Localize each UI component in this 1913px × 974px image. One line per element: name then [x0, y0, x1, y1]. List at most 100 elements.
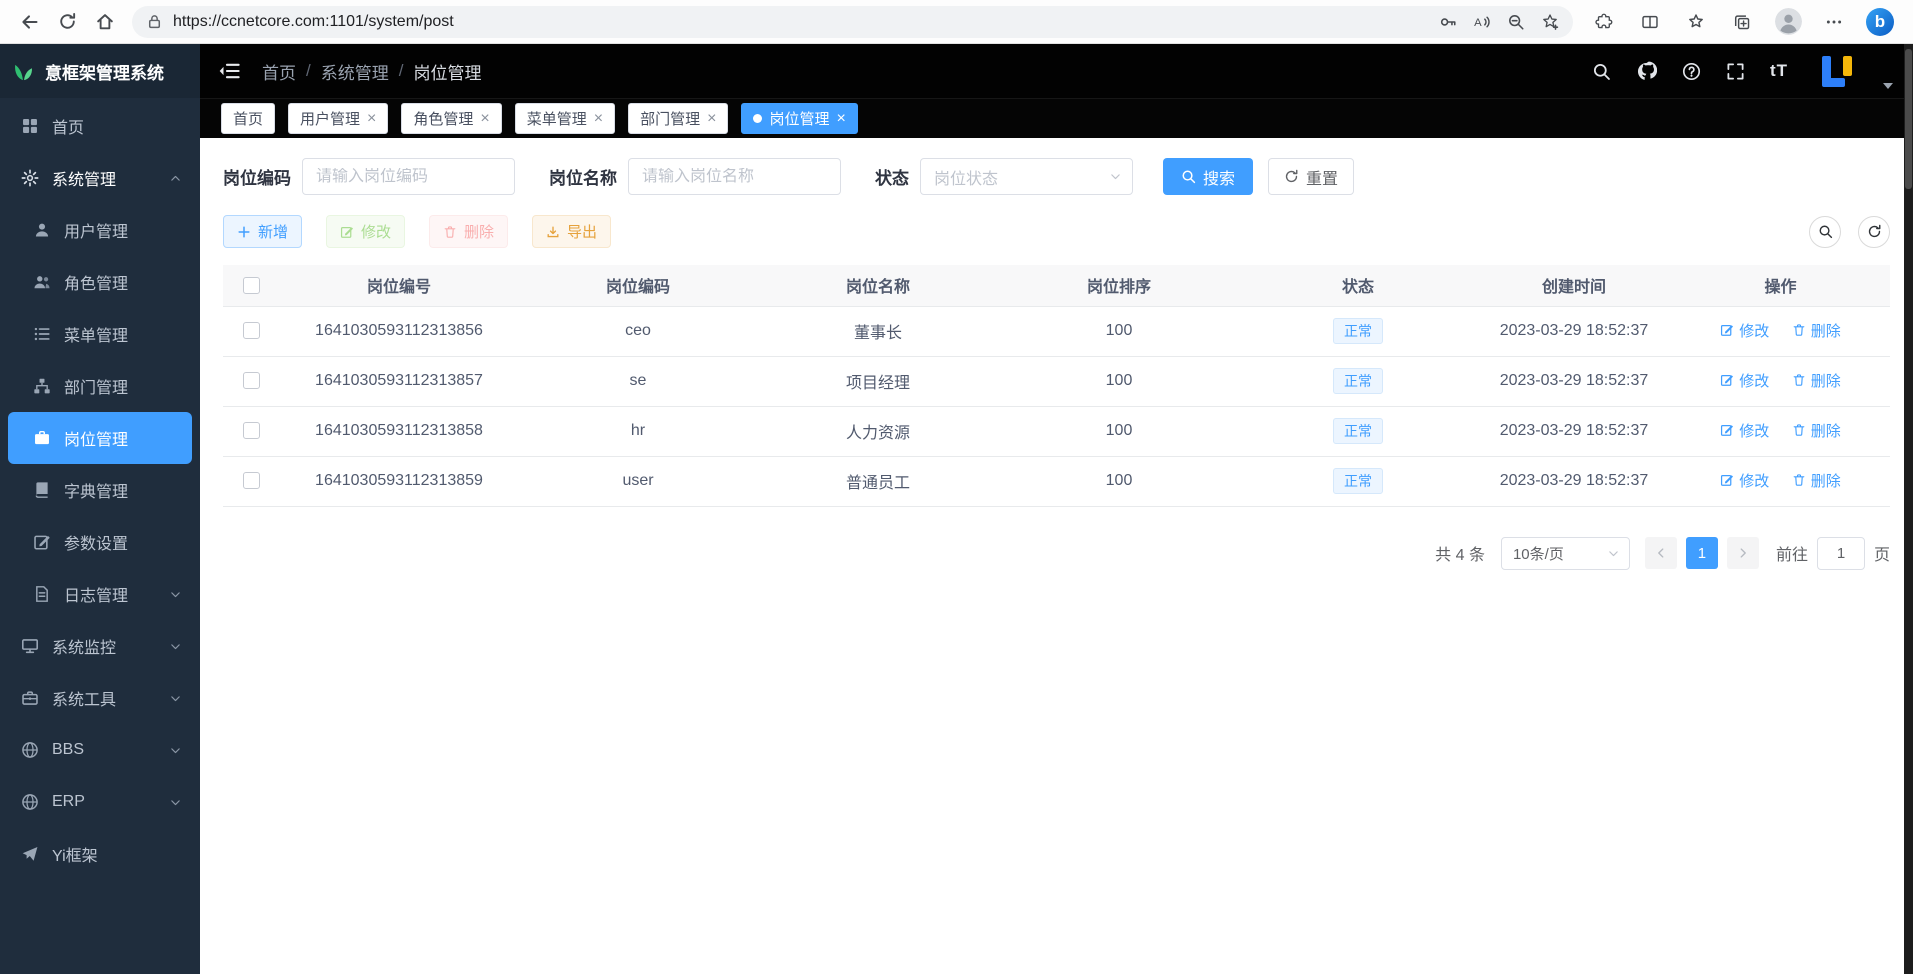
- sidebar-item-dict-mgmt[interactable]: 字典管理: [8, 464, 192, 516]
- chevron-down-icon[interactable]: [1883, 83, 1893, 89]
- tab-menu-mgmt[interactable]: 菜单管理×: [515, 103, 615, 134]
- close-icon[interactable]: ×: [367, 111, 376, 127]
- browser-refresh-button[interactable]: [48, 4, 86, 40]
- refresh-table-button[interactable]: [1858, 216, 1890, 248]
- post-name-field[interactable]: [628, 158, 841, 195]
- breadcrumb-system-mgmt[interactable]: 系统管理: [321, 59, 389, 84]
- row-delete-link[interactable]: 删除: [1792, 470, 1841, 491]
- app-brand[interactable]: 意框架管理系统: [0, 44, 200, 98]
- page-number-1[interactable]: 1: [1686, 537, 1718, 569]
- url-text[interactable]: https://ccnetcore.com:1101/system/post: [173, 13, 1431, 31]
- status-badge: 正常: [1333, 418, 1383, 445]
- col-created: 创建时间: [1477, 265, 1671, 306]
- delete-button[interactable]: 删除: [429, 215, 508, 248]
- row-edit-link[interactable]: 修改: [1720, 370, 1769, 391]
- key-icon[interactable]: [1431, 8, 1465, 36]
- export-button[interactable]: 导出: [532, 215, 611, 248]
- close-icon[interactable]: ×: [480, 111, 489, 127]
- row-edit-link[interactable]: 修改: [1720, 420, 1769, 441]
- sidebar-item-post-mgmt[interactable]: 岗位管理: [8, 412, 192, 464]
- row-delete-link[interactable]: 删除: [1792, 370, 1841, 391]
- search-icon[interactable]: [1592, 62, 1611, 81]
- post-name-cell: 普通员工: [757, 456, 999, 506]
- user-logo-avatar[interactable]: [1819, 53, 1856, 90]
- row-checkbox[interactable]: [243, 372, 260, 389]
- browser-back-button[interactable]: [10, 4, 48, 40]
- row-edit-link[interactable]: 修改: [1720, 470, 1769, 491]
- fullscreen-icon[interactable]: [1726, 62, 1745, 81]
- sidebar-item-dept-mgmt[interactable]: 部门管理: [8, 360, 192, 412]
- post-code-input[interactable]: [316, 168, 501, 186]
- sidebar-item-role-mgmt[interactable]: 角色管理: [8, 256, 192, 308]
- settings-menu-icon[interactable]: [1811, 3, 1857, 41]
- close-icon[interactable]: ×: [707, 111, 716, 127]
- sidebar-item-log-mgmt[interactable]: 日志管理: [8, 568, 192, 620]
- help-icon[interactable]: [1682, 62, 1701, 81]
- tab-home[interactable]: 首页: [221, 103, 275, 134]
- sidebar-item-system-monitor[interactable]: 系统监控: [8, 620, 192, 672]
- add-button[interactable]: 新增: [223, 215, 302, 248]
- tab-post-mgmt[interactable]: 岗位管理×: [741, 103, 857, 134]
- row-edit-link[interactable]: 修改: [1720, 320, 1769, 341]
- select-all-checkbox[interactable]: [243, 277, 260, 294]
- scrollbar-thumb[interactable]: [1905, 49, 1912, 189]
- breadcrumb-home[interactable]: 首页: [262, 59, 296, 84]
- globe-icon: [20, 792, 40, 812]
- sidebar-item-user-mgmt[interactable]: 用户管理: [8, 204, 192, 256]
- extensions-icon[interactable]: [1581, 3, 1627, 41]
- close-icon[interactable]: ×: [836, 111, 845, 127]
- sidebar-item-param-settings[interactable]: 参数设置: [8, 516, 192, 568]
- row-checkbox[interactable]: [243, 422, 260, 439]
- toggle-search-button[interactable]: [1809, 216, 1841, 248]
- page-size-select[interactable]: 10条/页: [1501, 537, 1630, 570]
- profile-avatar[interactable]: [1765, 3, 1811, 41]
- sidebar-item-system-tools[interactable]: 系统工具: [8, 672, 192, 724]
- row-checkbox[interactable]: [243, 472, 260, 489]
- status-select[interactable]: 岗位状态: [920, 158, 1133, 195]
- sidebar-item-home[interactable]: 首页: [8, 100, 192, 152]
- read-aloud-icon[interactable]: A: [1465, 8, 1499, 36]
- chevron-down-icon: [169, 640, 182, 653]
- post-code-field[interactable]: [302, 158, 515, 195]
- sidebar-item-menu-mgmt[interactable]: 菜单管理: [8, 308, 192, 360]
- leaf-logo-icon: [12, 60, 35, 83]
- sidebar-item-erp[interactable]: ERP: [8, 776, 192, 828]
- edit-button[interactable]: 修改: [326, 215, 405, 248]
- sidebar-fold-icon[interactable]: [218, 60, 240, 82]
- chevron-down-icon: [169, 744, 182, 757]
- admin-app: 意框架管理系统 首页 系统管理 用户管理 角色管理 菜单管理: [0, 44, 1913, 974]
- browser-home-button[interactable]: [86, 4, 124, 40]
- app-title: 意框架管理系统: [45, 59, 164, 84]
- monitor-icon: [20, 636, 40, 656]
- prev-page-button[interactable]: [1645, 537, 1677, 569]
- reset-button[interactable]: 重置: [1268, 158, 1354, 195]
- page-scrollbar[interactable]: [1904, 44, 1913, 974]
- font-size-icon[interactable]: tT: [1770, 61, 1788, 81]
- browser-chrome: https://ccnetcore.com:1101/system/post A…: [0, 0, 1913, 44]
- next-page-button[interactable]: [1727, 537, 1759, 569]
- copilot-icon[interactable]: b: [1857, 3, 1903, 41]
- row-delete-link[interactable]: 删除: [1792, 320, 1841, 341]
- favorites-icon[interactable]: [1673, 3, 1719, 41]
- goto-page-input[interactable]: [1817, 537, 1865, 570]
- collections-icon[interactable]: [1719, 3, 1765, 41]
- zoom-out-icon[interactable]: [1499, 8, 1533, 36]
- sidebar-item-yi-framework[interactable]: Yi框架: [8, 828, 192, 880]
- sidebar-item-system-mgmt[interactable]: 系统管理: [8, 152, 192, 204]
- github-icon[interactable]: [1636, 61, 1657, 82]
- address-bar[interactable]: https://ccnetcore.com:1101/system/post A: [132, 6, 1573, 38]
- add-favorite-icon[interactable]: [1533, 8, 1567, 36]
- row-checkbox[interactable]: [243, 322, 260, 339]
- row-delete-link[interactable]: 删除: [1792, 420, 1841, 441]
- split-screen-icon[interactable]: [1627, 3, 1673, 41]
- sidebar-item-bbs[interactable]: BBS: [8, 724, 192, 776]
- tab-role-mgmt[interactable]: 角色管理×: [401, 103, 501, 134]
- post-name-input[interactable]: [642, 168, 827, 186]
- search-button[interactable]: 搜索: [1163, 158, 1253, 195]
- close-icon[interactable]: ×: [594, 111, 603, 127]
- tab-dept-mgmt[interactable]: 部门管理×: [628, 103, 728, 134]
- tab-user-mgmt[interactable]: 用户管理×: [288, 103, 388, 134]
- user-icon: [32, 220, 52, 240]
- col-actions: 操作: [1671, 265, 1890, 306]
- chevron-down-icon: [1109, 170, 1122, 183]
